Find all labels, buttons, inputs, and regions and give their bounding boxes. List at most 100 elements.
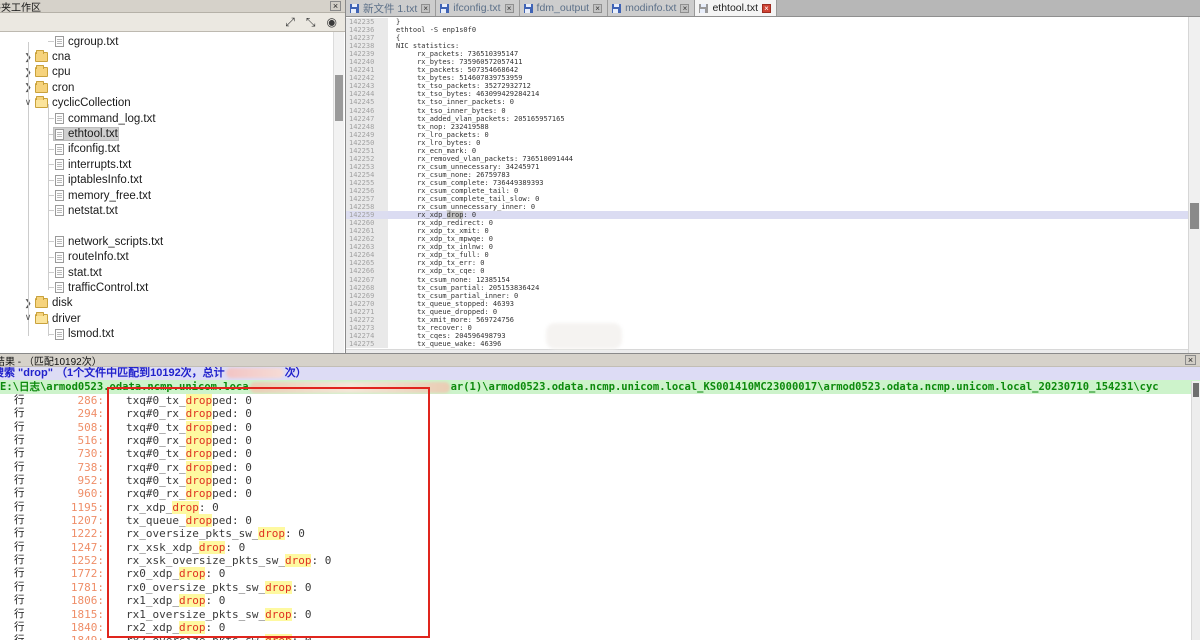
locate-file-icon[interactable]: ◉	[327, 16, 337, 28]
editor-line[interactable]: 142268 tx_csum_partial: 205153836424	[346, 284, 1188, 292]
tree-item[interactable]: netstat.txt	[0, 203, 345, 218]
editor-line[interactable]: 142251 rx_ecn_mark: 0	[346, 147, 1188, 155]
chevron-down-icon[interactable]: ∨	[23, 312, 33, 323]
results-close-icon[interactable]: ×	[1185, 355, 1196, 365]
editor-line[interactable]: 142240 rx_bytes: 735960572057411	[346, 58, 1188, 66]
editor-line[interactable]: 142266 rx_xdp_tx_cqe: 0	[346, 267, 1188, 275]
editor-line[interactable]: 142242 tx_bytes: 514607839753959	[346, 74, 1188, 82]
tab-ethtool-txt[interactable]: ethtool.txt×	[695, 0, 777, 16]
result-row[interactable]: 行960:rxq#0_rx_dropped: 0	[0, 487, 1200, 500]
editor-line[interactable]: 142256 rx_csum_complete_tail: 0	[346, 187, 1188, 195]
tree-item[interactable]: memory_free.txt	[0, 188, 345, 203]
editor-line[interactable]: 142238NIC statistics:	[346, 42, 1188, 50]
editor-line[interactable]: 142239 rx_packets: 736510395147	[346, 50, 1188, 58]
tab-modinfo-txt[interactable]: modinfo.txt×	[608, 0, 695, 16]
tab-fdm-output[interactable]: fdm_output×	[520, 0, 609, 16]
result-row[interactable]: 行1772:rx0_xdp_drop: 0	[0, 567, 1200, 580]
editor-line[interactable]: 142262 rx_xdp_tx_mpwqe: 0	[346, 235, 1188, 243]
tree-item[interactable]: stat.txt	[0, 265, 345, 280]
editor-line[interactable]: 142265 rx_xdp_tx_err: 0	[346, 259, 1188, 267]
editor-line[interactable]: 142252 rx_removed_vlan_packets: 73651009…	[346, 155, 1188, 163]
result-row[interactable]: 行1252:rx_xsk_oversize_pkts_sw_drop: 0	[0, 554, 1200, 567]
tree-item[interactable]: ifconfig.txt	[0, 142, 345, 157]
result-row[interactable]: 行1815:rx1_oversize_pkts_sw_drop: 0	[0, 608, 1200, 621]
tree-item[interactable]: ∨cyclicCollection	[0, 96, 345, 111]
editor-line[interactable]: 142235}	[346, 18, 1188, 26]
editor-line[interactable]: 142258 rx_csum_unnecessary_inner: 0	[346, 203, 1188, 211]
editor-line[interactable]: 142241 tx_packets: 507354668642	[346, 66, 1188, 74]
result-row[interactable]: 行516:rxq#0_rx_dropped: 0	[0, 434, 1200, 447]
tree-item[interactable]: ❯cna	[0, 49, 345, 64]
editor-scrollbar-thumb[interactable]	[1190, 203, 1199, 229]
tree-item[interactable]: ∨driver	[0, 311, 345, 326]
editor-scrollbar[interactable]	[1188, 17, 1200, 353]
tree-item[interactable]: trafficControl.txt	[0, 280, 345, 295]
editor-line[interactable]: 142245 tx_tso_inner_packets: 0	[346, 98, 1188, 106]
workspace-scrollbar[interactable]	[333, 32, 344, 353]
editor-line[interactable]: 142254 rx_csum_none: 26759783	[346, 171, 1188, 179]
tree-item[interactable]: network_scripts.txt	[0, 234, 345, 249]
results-scrollbar[interactable]	[1191, 381, 1200, 640]
editor-line[interactable]: 142271 tx_queue_dropped: 0	[346, 308, 1188, 316]
editor-line[interactable]: 142257 rx_csum_complete_tail_slow: 0	[346, 195, 1188, 203]
results-scrollbar-thumb[interactable]	[1193, 383, 1199, 397]
expand-all-icon[interactable]: ⤢	[285, 16, 295, 28]
tab-ifconfig-txt[interactable]: ifconfig.txt×	[436, 0, 519, 16]
editor-line[interactable]: 142243 tx_tso_packets: 35272932712	[346, 82, 1188, 90]
editor-line[interactable]: 142246 tx_tso_inner_bytes: 0	[346, 107, 1188, 115]
editor-line[interactable]: 142250 rx_lro_bytes: 0	[346, 139, 1188, 147]
editor-line[interactable]: 142260 rx_xdp_redirect: 0	[346, 219, 1188, 227]
result-row[interactable]: 行286:txq#0_tx_dropped: 0	[0, 394, 1200, 407]
tree-item[interactable]: ❯disk	[0, 296, 345, 311]
editor-line[interactable]: 142247 tx_added_vlan_packets: 2051659571…	[346, 115, 1188, 123]
editor-line[interactable]: 142249 rx_lro_packets: 0	[346, 131, 1188, 139]
result-row[interactable]: 行730:txq#0_tx_dropped: 0	[0, 447, 1200, 460]
editor-line[interactable]: 142269 tx_csum_partial_inner: 0	[346, 292, 1188, 300]
editor-line[interactable]: 142263 rx_xdp_tx_inlnw: 0	[346, 243, 1188, 251]
result-row[interactable]: 行1207:tx_queue_dropped: 0	[0, 514, 1200, 527]
editor-current-line[interactable]: 142259 rx_xdp_drop: 0	[346, 211, 1188, 219]
result-row[interactable]: 行738:rxq#0_rx_dropped: 0	[0, 461, 1200, 474]
tab-close-icon[interactable]: ×	[593, 4, 602, 13]
code-area[interactable]: 142235}142236ethtool -S enp1s0f0142237{1…	[346, 17, 1188, 353]
editor-line[interactable]: 142253 rx_csum_unnecessary: 34245971	[346, 163, 1188, 171]
tree-item[interactable]: interrupts.txt	[0, 157, 345, 172]
editor-line[interactable]: 142264 rx_xdp_tx_full: 0	[346, 251, 1188, 259]
editor-line[interactable]: 142270 tx_queue_stopped: 46393	[346, 300, 1188, 308]
result-row[interactable]: 行1247:rx_xsk_xdp_drop: 0	[0, 541, 1200, 554]
collapse-all-icon[interactable]: ⤡	[306, 16, 316, 28]
editor-line[interactable]: 142236ethtool -S enp1s0f0	[346, 26, 1188, 34]
editor-line[interactable]: 142272 tx_xmit_more: 569724756	[346, 316, 1188, 324]
result-row[interactable]: 行294:rxq#0_rx_dropped: 0	[0, 407, 1200, 420]
result-row[interactable]: 行1806:rx1_xdp_drop: 0	[0, 594, 1200, 607]
tree-item[interactable]: iptablesInfo.txt	[0, 173, 345, 188]
tree-item[interactable]: cgroup.txt	[0, 34, 345, 49]
editor-line[interactable]: 142237{	[346, 34, 1188, 42]
tab-close-icon[interactable]: ×	[680, 4, 689, 13]
results-file-path[interactable]: E:\日志\armod0523.odata.ncmp.unicom.locaar…	[0, 380, 1200, 394]
result-row[interactable]: 行1195:rx_xdp_drop: 0	[0, 501, 1200, 514]
tree-item[interactable]: routeInfo.txt	[0, 249, 345, 264]
editor-line[interactable]: 142248 tx_nop: 232419588	[346, 123, 1188, 131]
workspace-close-icon[interactable]: ×	[330, 1, 341, 11]
tree-item[interactable]: ❯cron	[0, 80, 345, 95]
editor-line[interactable]: 142275 tx_queue_wake: 46396	[346, 340, 1188, 348]
result-row[interactable]: 行508:txq#0_tx_dropped: 0	[0, 421, 1200, 434]
result-row[interactable]: 行1849:rx2_oversize_pkts_sw_drop: 0	[0, 634, 1200, 640]
tree-item[interactable]: command_log.txt	[0, 111, 345, 126]
result-row[interactable]: 行952:txq#0_tx_dropped: 0	[0, 474, 1200, 487]
result-row[interactable]: 行1222:rx_oversize_pkts_sw_drop: 0	[0, 527, 1200, 540]
editor-line[interactable]: 142267 tx_csum_none: 12385154	[346, 276, 1188, 284]
tree-item[interactable]: lsmod.txt	[0, 326, 345, 341]
editor-line[interactable]: 142244 tx_tso_bytes: 463099429284214	[346, 90, 1188, 98]
chevron-down-icon[interactable]: ∨	[23, 97, 33, 108]
result-row[interactable]: 行1781:rx0_oversize_pkts_sw_drop: 0	[0, 581, 1200, 594]
tab--1-txt[interactable]: 新文件 1.txt×	[346, 0, 436, 16]
tree-item[interactable]: ❯cpu	[0, 65, 345, 80]
editor-line[interactable]: 142273 tx_recover: 0	[346, 324, 1188, 332]
tab-close-icon[interactable]: ×	[421, 4, 430, 13]
workspace-scrollbar-thumb[interactable]	[335, 75, 343, 121]
tab-close-icon[interactable]: ×	[505, 4, 514, 13]
result-row[interactable]: 行1840:rx2_xdp_drop: 0	[0, 621, 1200, 634]
tab-close-icon[interactable]: ×	[762, 4, 771, 13]
